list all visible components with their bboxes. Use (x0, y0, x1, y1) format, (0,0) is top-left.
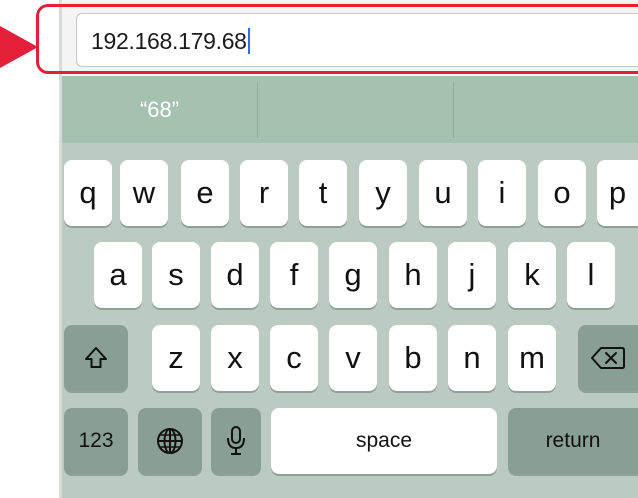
shift-icon (83, 345, 109, 371)
delete-backspace-icon (591, 346, 625, 370)
key-c[interactable]: c (270, 325, 318, 391)
key-w[interactable]: w (120, 160, 168, 226)
key-q[interactable]: q (64, 160, 112, 226)
key-t[interactable]: t (299, 160, 347, 226)
key-m[interactable]: m (508, 325, 556, 391)
key-z[interactable]: z (152, 325, 200, 391)
globe-icon (155, 426, 185, 456)
suggestion-text: “68” (139, 96, 180, 122)
key-e[interactable]: e (181, 160, 229, 226)
key-v[interactable]: v (329, 325, 377, 391)
key-l[interactable]: l (567, 242, 615, 308)
key-p[interactable]: p (597, 160, 638, 226)
key-y[interactable]: y (359, 160, 407, 226)
key-b[interactable]: b (389, 325, 437, 391)
key-o[interactable]: o (538, 160, 586, 226)
key-n[interactable]: n (448, 325, 496, 391)
return-key[interactable]: return (508, 408, 638, 474)
key-r[interactable]: r (240, 160, 288, 226)
key-k[interactable]: k (508, 242, 556, 308)
shift-key[interactable] (64, 325, 128, 391)
red-triangle-arrow-icon (0, 26, 38, 68)
suggestion-slot-empty[interactable] (454, 76, 638, 143)
microphone-icon (225, 425, 247, 457)
suggestion-slot-empty[interactable] (258, 76, 453, 143)
dictation-key[interactable] (211, 408, 261, 474)
suggestion-item[interactable]: “68” (62, 76, 257, 143)
key-u[interactable]: u (419, 160, 467, 226)
key-i[interactable]: i (478, 160, 526, 226)
numbers-key[interactable]: 123 (64, 408, 128, 474)
key-g[interactable]: g (329, 242, 377, 308)
key-d[interactable]: d (211, 242, 259, 308)
delete-key[interactable] (578, 325, 638, 391)
key-f[interactable]: f (270, 242, 318, 308)
key-x[interactable]: x (211, 325, 259, 391)
key-h[interactable]: h (389, 242, 437, 308)
key-j[interactable]: j (448, 242, 496, 308)
key-a[interactable]: a (94, 242, 142, 308)
space-key[interactable]: space (271, 408, 497, 474)
globe-key[interactable] (138, 408, 202, 474)
key-s[interactable]: s (152, 242, 200, 308)
address-highlight-box (36, 4, 638, 74)
